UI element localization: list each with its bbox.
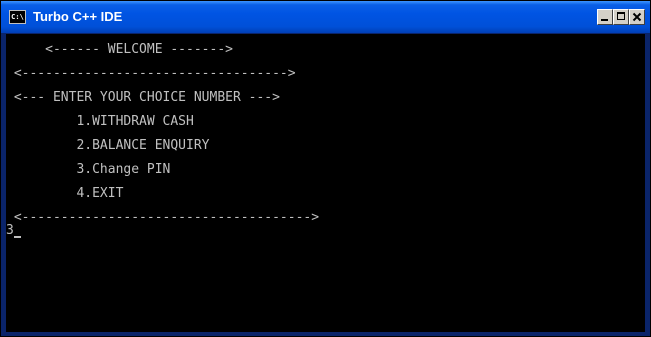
menu-option-exit: 4.EXIT <box>6 186 124 201</box>
console-output-area[interactable]: <------ WELCOME -------> <--------------… <box>6 34 645 332</box>
close-button[interactable] <box>629 9 645 25</box>
typed-choice: 3 <box>6 223 14 238</box>
maximize-button[interactable] <box>613 9 629 25</box>
close-icon <box>632 12 642 22</box>
separator-line: <----------------------------------> <box>6 66 296 81</box>
console-app-icon[interactable]: C:\ <box>9 10 26 24</box>
minimize-button[interactable] <box>597 9 613 25</box>
minimize-icon <box>601 19 608 21</box>
menu-option-change-pin: 3.Change PIN <box>6 162 171 177</box>
console-window: C:\ Turbo C++ IDE <------ WELCOME ------… <box>0 0 651 337</box>
text-cursor <box>13 236 21 238</box>
menu-option-withdraw: 1.WITHDRAW CASH <box>6 114 194 129</box>
input-line[interactable]: 3 <box>6 223 21 239</box>
title-bar[interactable]: C:\ Turbo C++ IDE <box>1 1 650 33</box>
separator-line: <-------------------------------------> <box>6 210 320 225</box>
window-title: Turbo C++ IDE <box>33 9 123 24</box>
menu-option-balance: 2.BALANCE ENQUIRY <box>6 138 210 153</box>
choice-prompt: <--- ENTER YOUR CHOICE NUMBER ---> <box>6 90 280 105</box>
welcome-banner: <------ WELCOME -------> <box>6 42 233 57</box>
maximize-icon <box>617 12 625 20</box>
